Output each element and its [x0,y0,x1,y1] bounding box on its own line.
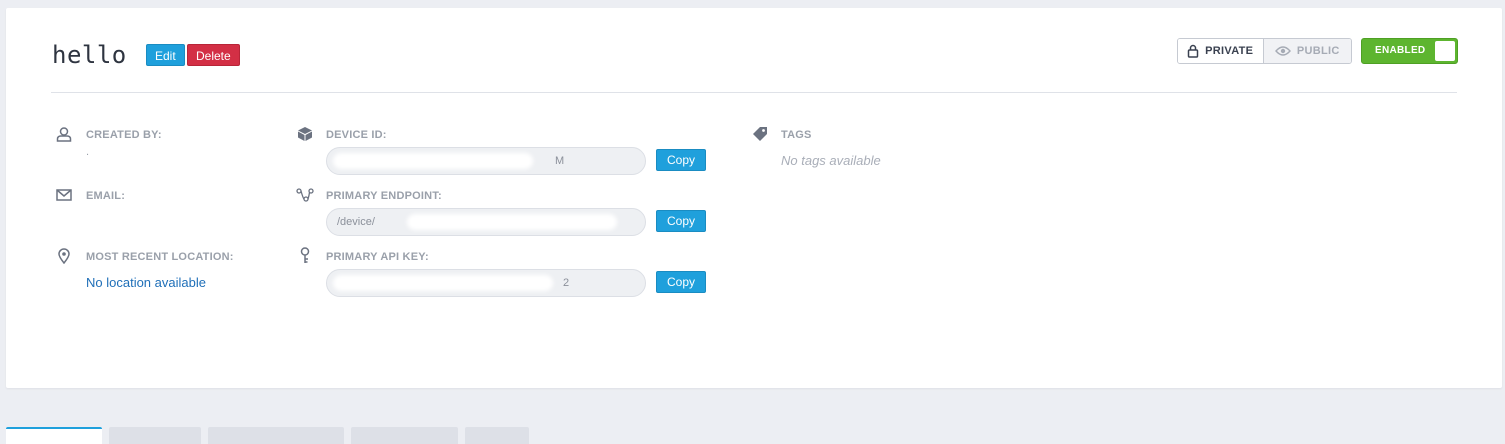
device-id-field: M [326,147,646,175]
location-value[interactable]: No location available [86,275,206,290]
visibility-toggle-group: PRIVATE PUBLIC [1177,38,1352,64]
location-pin-icon [55,247,73,265]
edit-button[interactable]: Edit [146,44,185,66]
tab-4[interactable] [351,427,458,444]
eye-icon [1274,46,1291,56]
location-label: MOST RECENT LOCATION: [86,251,234,263]
tags-label: TAGS [781,129,812,141]
primary-endpoint-value: /device/ [337,216,375,228]
tags-value: No tags available [781,153,881,168]
created-by-label: CREATED BY: [86,129,162,141]
tab-5[interactable] [465,427,529,444]
tab-bar [0,427,1505,444]
primary-api-key-value: 2 [563,277,570,289]
toggle-knob [1435,41,1455,61]
primary-api-key-label: PRIMARY API KEY: [326,251,429,263]
key-icon [296,247,314,265]
tab-3[interactable] [208,427,344,444]
copy-device-id-button[interactable]: Copy [656,149,706,171]
endpoint-icon [296,186,314,204]
enabled-label: ENABLED [1375,45,1426,56]
envelope-icon [55,186,73,204]
delete-button[interactable]: Delete [187,44,240,66]
public-label: PUBLIC [1296,45,1340,57]
public-option[interactable]: PUBLIC [1263,39,1351,63]
primary-endpoint-field: /device/ [326,208,646,236]
created-by-value: . [86,146,90,158]
email-label: EMAIL: [86,190,126,202]
tab-2[interactable] [109,427,201,444]
device-detail-card: hello Edit Delete PRIVATE PUBLIC ENABLED… [6,8,1502,388]
copy-api-key-button[interactable]: Copy [656,271,706,293]
tab-1[interactable] [6,427,102,444]
enabled-toggle[interactable]: ENABLED [1361,38,1458,64]
device-id-label: DEVICE ID: [326,129,387,141]
cube-icon [296,125,314,143]
device-id-value: M [555,155,565,167]
primary-endpoint-label: PRIMARY ENDPOINT: [326,190,442,202]
header-divider [51,92,1457,93]
copy-endpoint-button[interactable]: Copy [656,210,706,232]
private-option[interactable]: PRIVATE [1178,39,1264,63]
tag-icon [751,125,769,143]
primary-api-key-field: 2 [326,269,646,297]
private-label: PRIVATE [1205,45,1254,57]
lock-icon [1187,44,1199,58]
user-icon [55,125,73,143]
device-name: hello [52,41,127,69]
